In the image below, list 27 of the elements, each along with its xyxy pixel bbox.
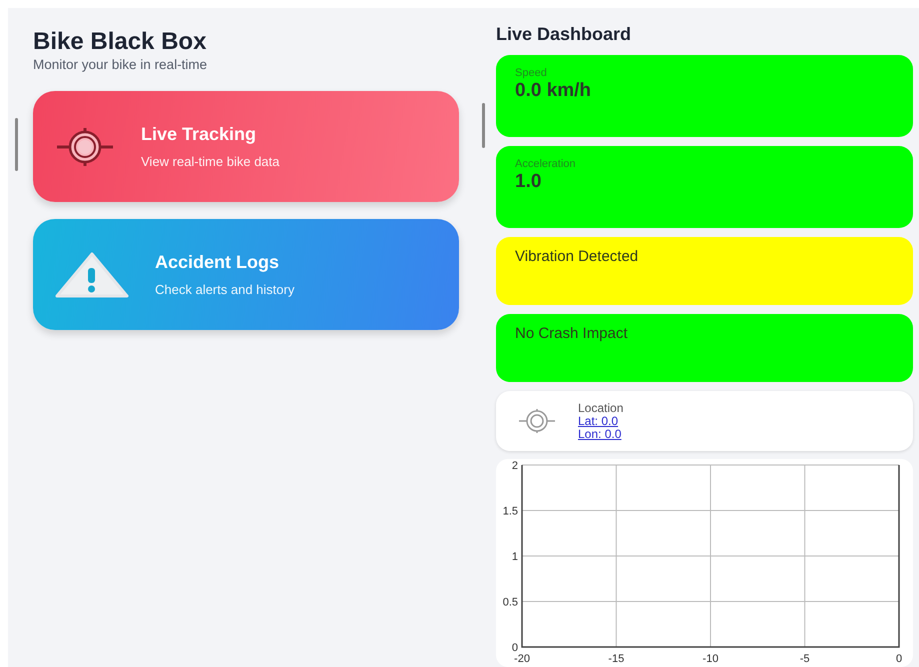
location-label: Location xyxy=(578,402,624,414)
axis-label: -10 xyxy=(702,653,718,665)
scroll-indicator xyxy=(15,118,18,171)
axis-label: 1.5 xyxy=(502,506,518,518)
target-icon xyxy=(518,408,556,434)
axis-label: -5 xyxy=(800,653,810,665)
axis-label: 1 xyxy=(512,551,518,563)
app-subtitle: Monitor your bike in real-time xyxy=(33,57,208,72)
dashboard-title: Live Dashboard xyxy=(496,24,632,45)
axis-label: 0.5 xyxy=(502,596,518,608)
axis-label: 0 xyxy=(896,653,902,665)
warning-icon xyxy=(55,252,129,298)
axis-label: 2 xyxy=(512,460,518,472)
axis-label: -15 xyxy=(608,653,624,665)
axis-label: -20 xyxy=(514,653,530,665)
target-icon xyxy=(55,126,115,166)
metric-label: Speed xyxy=(515,67,548,79)
longitude-link[interactable]: Lon: 0.0 xyxy=(578,428,624,440)
metric-label: Acceleration xyxy=(515,158,577,170)
status-text: No Crash Impact xyxy=(515,325,629,342)
latitude-link[interactable]: Lat: 0.0 xyxy=(578,414,624,428)
axis-label: 0 xyxy=(512,642,518,654)
app-title: Bike Black Box xyxy=(33,28,208,56)
status-text: Vibration Detected xyxy=(515,248,640,265)
metric-value: 0.0 km/h xyxy=(515,80,592,102)
scroll-indicator xyxy=(482,103,485,148)
metric-value: 1.0 xyxy=(515,171,542,193)
